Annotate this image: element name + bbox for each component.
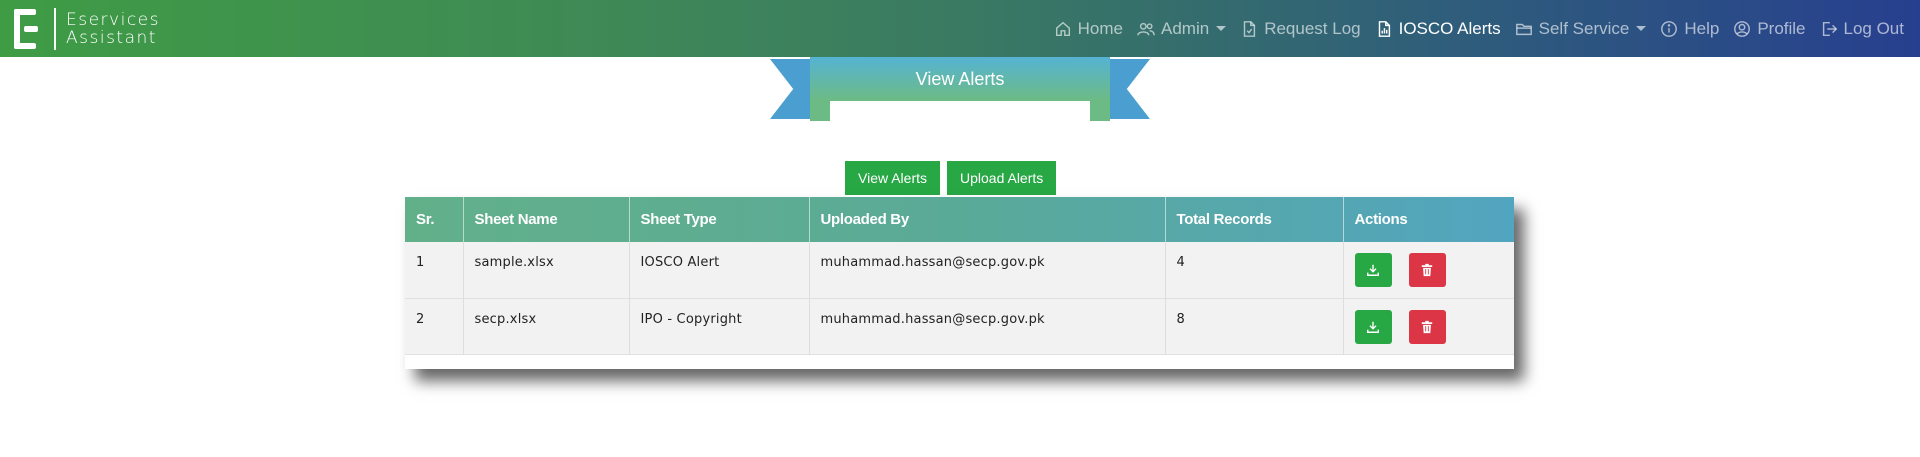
brand-line-1: Eservices xyxy=(66,9,160,30)
download-button[interactable] xyxy=(1354,309,1392,344)
alert-action-buttons: View Alerts Upload Alerts xyxy=(845,161,1063,195)
page-title: View Alerts xyxy=(810,57,1110,101)
delete-button[interactable] xyxy=(1408,309,1446,344)
nav-profile[interactable]: Profile xyxy=(1733,18,1806,39)
main-nav: Home Admin Request Log IOSCO Alerts Self… xyxy=(1040,0,1904,57)
cell-uploaded-by: muhammad.hassan@secp.gov.pk xyxy=(809,298,1166,354)
nav-logout-label: Log Out xyxy=(1843,18,1905,38)
cell-total-records: 8 xyxy=(1165,298,1344,354)
nav-self-service-dropdown[interactable]: Self Service xyxy=(1515,19,1647,39)
col-header-total-records: Total Records xyxy=(1165,197,1344,242)
cell-sr: 1 xyxy=(405,242,464,298)
file-check-icon xyxy=(1243,20,1256,37)
table-row: 1 sample.xlsx IOSCO Alert muhammad.hassa… xyxy=(405,242,1514,298)
page-title-banner: View Alerts xyxy=(770,57,1150,121)
cell-sr: 2 xyxy=(405,298,464,354)
user-circle-icon xyxy=(1734,20,1751,37)
nav-request-log-label: Request Log xyxy=(1264,18,1361,38)
alerts-table: Sr. Sheet Name Sheet Type Uploaded By To… xyxy=(405,197,1514,355)
alerts-table-card: Sr. Sheet Name Sheet Type Uploaded By To… xyxy=(405,197,1514,369)
cell-sheet-name: sample.xlsx xyxy=(463,242,630,298)
col-header-actions: Actions xyxy=(1354,211,1408,228)
chevron-down-icon xyxy=(1636,26,1647,31)
nav-iosco-alerts-label: IOSCO Alerts xyxy=(1398,18,1501,38)
users-icon xyxy=(1137,22,1155,36)
folder-icon xyxy=(1515,23,1532,35)
info-icon xyxy=(1661,20,1678,37)
top-navbar: Eservices Assistant Home Admin Request L… xyxy=(0,0,1920,57)
nav-home-label: Home xyxy=(1077,18,1124,38)
nav-help[interactable]: Help xyxy=(1660,19,1719,39)
col-header-sheet-name: Sheet Name xyxy=(463,197,630,242)
trash-icon xyxy=(1422,320,1433,333)
cell-total-records: 4 xyxy=(1165,242,1344,298)
nav-self-service-label: Self Service xyxy=(1538,18,1630,38)
cell-actions xyxy=(1343,242,1514,298)
cell-sheet-type: IOSCO Alert xyxy=(629,242,810,298)
nav-request-log[interactable]: Request Log xyxy=(1240,18,1361,39)
table-row: 2 secp.xlsx IPO - Copyright muhammad.has… xyxy=(405,298,1514,354)
nav-help-label: Help xyxy=(1684,18,1720,38)
nav-profile-label: Profile xyxy=(1757,18,1806,38)
col-header-sheet-type: Sheet Type xyxy=(629,197,810,242)
chevron-down-icon xyxy=(1216,26,1227,31)
trash-icon xyxy=(1422,263,1433,277)
nav-home[interactable]: Home xyxy=(1054,19,1123,39)
table-header-row: Sr. Sheet Name Sheet Type Uploaded By To… xyxy=(405,197,1514,242)
col-header-sr: Sr. xyxy=(405,197,464,242)
download-icon xyxy=(1367,264,1379,276)
col-header-uploaded-by: Uploaded By xyxy=(809,197,1166,242)
delete-button[interactable] xyxy=(1408,253,1446,287)
file-chart-icon xyxy=(1378,20,1390,37)
home-icon xyxy=(1055,21,1070,36)
view-alerts-button[interactable]: View Alerts xyxy=(845,161,940,195)
brand-line-2: Assistant xyxy=(66,27,157,48)
cell-sheet-name: secp.xlsx xyxy=(463,298,630,354)
nav-logout[interactable]: Log Out xyxy=(1820,18,1905,39)
brand-name: Eservices Assistant xyxy=(66,11,160,47)
cell-sheet-type: IPO - Copyright xyxy=(629,298,810,354)
logo-icon xyxy=(14,8,44,49)
brand-logo-link[interactable]: Eservices Assistant xyxy=(0,0,160,57)
brand-divider xyxy=(54,7,56,50)
nav-iosco-alerts[interactable]: IOSCO Alerts xyxy=(1375,19,1501,39)
nav-admin-label: Admin xyxy=(1161,18,1210,38)
logout-icon xyxy=(1822,21,1837,36)
nav-admin-dropdown[interactable]: Admin xyxy=(1137,18,1227,39)
cell-actions xyxy=(1343,298,1514,354)
download-icon xyxy=(1367,321,1379,333)
upload-alerts-button[interactable]: Upload Alerts xyxy=(947,161,1057,195)
download-button[interactable] xyxy=(1354,253,1392,287)
cell-uploaded-by: muhammad.hassan@secp.gov.pk xyxy=(809,242,1166,298)
